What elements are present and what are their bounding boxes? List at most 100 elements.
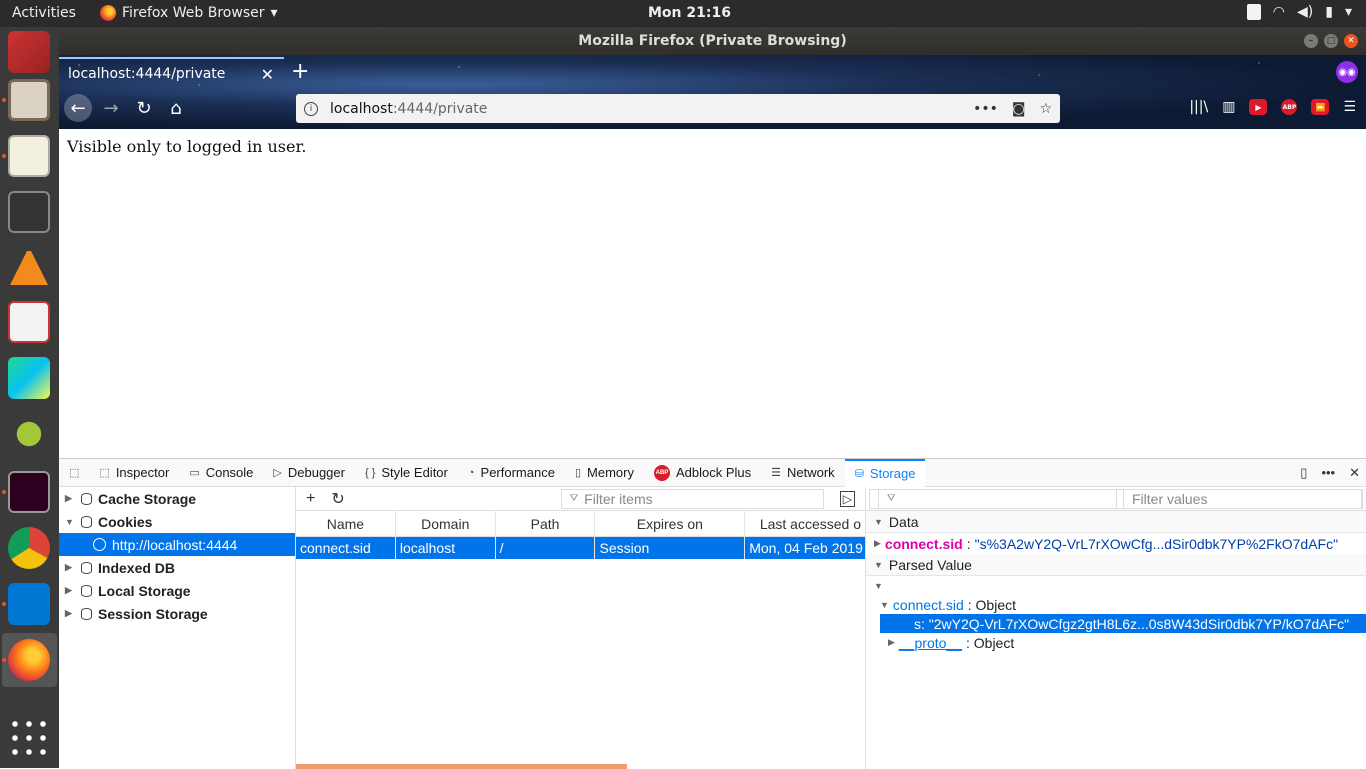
show-applications-icon[interactable]	[8, 717, 50, 759]
url-bar[interactable]: i localhost :4444/private ••• ◙ ☆	[296, 94, 1060, 123]
tools-icon[interactable]	[8, 31, 50, 73]
site-info-icon[interactable]: i	[304, 101, 318, 116]
browser-tab[interactable]: localhost:4444/private ✕	[59, 57, 284, 91]
database-icon	[81, 515, 92, 528]
tab-debugger[interactable]: ▷ Debugger	[263, 459, 355, 487]
hamburger-menu-icon[interactable]: ☰	[1343, 99, 1356, 115]
filter-placeholder: Filter items	[584, 490, 653, 507]
element-picker-icon[interactable]: ⬚	[59, 459, 89, 487]
system-tray[interactable]: ◠ ◀) ▮ ▾	[1246, 4, 1352, 20]
collapse-arrow-icon[interactable]: ▼	[880, 600, 889, 610]
more-options-icon[interactable]: •••	[1321, 465, 1335, 481]
parsed-section-header[interactable]: ▼ Parsed Value	[866, 554, 1366, 576]
app-menu[interactable]: Firefox Web Browser ▾	[100, 5, 278, 21]
expand-arrow-icon[interactable]: ▶	[888, 637, 895, 648]
column-header-name[interactable]: Name	[296, 511, 396, 536]
refresh-icon[interactable]: ↻	[331, 489, 344, 509]
collapse-arrow-icon[interactable]: ▼	[65, 517, 75, 527]
tab-storage[interactable]: ⛁ Storage	[844, 458, 926, 487]
close-tab-icon[interactable]: ✕	[261, 65, 274, 84]
running-indicator	[2, 602, 6, 606]
tree-item-cache-storage[interactable]: ▶ Cache Storage	[59, 487, 295, 510]
vlc-icon[interactable]	[8, 247, 50, 289]
reload-icon[interactable]: ↻	[130, 94, 158, 122]
filter-values-input[interactable]: ⛛ Filter values	[869, 488, 1363, 509]
parsed-root-row[interactable]: ▼	[866, 576, 1366, 595]
tab-memory[interactable]: ▯ Memory	[565, 459, 644, 487]
android-studio-icon[interactable]	[8, 413, 50, 455]
tree-item-indexed-db[interactable]: ▶ Indexed DB	[59, 556, 295, 579]
tab-adblock-plus[interactable]: ABP Adblock Plus	[644, 459, 761, 487]
text-editor-icon[interactable]	[8, 135, 50, 177]
tree-item-cookies-host[interactable]: http://localhost:4444	[59, 533, 295, 556]
expand-arrow-icon[interactable]: ▶	[65, 493, 75, 504]
indicator-icon[interactable]	[1246, 4, 1261, 20]
expand-arrow-icon[interactable]: ▶	[65, 562, 75, 573]
minimize-icon[interactable]: –	[1304, 34, 1318, 48]
tree-item-local-storage[interactable]: ▶ Local Storage	[59, 579, 295, 602]
document-viewer-icon[interactable]	[8, 301, 50, 343]
firefox-icon[interactable]	[8, 639, 50, 681]
sidebar-icon[interactable]: ▥	[1222, 99, 1235, 115]
tab-style-editor[interactable]: { } Style Editor	[355, 459, 458, 487]
responsive-mode-icon[interactable]: ▯	[1300, 465, 1307, 481]
proto-row[interactable]: ▶ __proto__ : Object	[866, 633, 1366, 652]
battery-icon[interactable]: ▮	[1325, 4, 1333, 20]
cell-expires: Session	[595, 537, 746, 559]
pocket-icon[interactable]: ◙	[1012, 101, 1026, 117]
maximize-icon[interactable]: □	[1324, 34, 1338, 48]
expand-arrow-icon[interactable]: ▶	[65, 585, 75, 596]
activities-button[interactable]: Activities	[12, 5, 76, 21]
column-header-last-accessed[interactable]: Last accessed o	[745, 511, 865, 536]
new-tab-icon[interactable]: +	[291, 59, 309, 84]
back-icon[interactable]: ←	[64, 94, 92, 122]
tab-network[interactable]: ☰ Network	[761, 459, 845, 487]
collapse-arrow-icon[interactable]: ▼	[874, 560, 883, 570]
tab-console[interactable]: ▭ Console	[179, 459, 263, 487]
adblock-plus-icon[interactable]: ABP	[1281, 99, 1298, 115]
pycharm-icon[interactable]	[8, 357, 50, 399]
parsed-object-row[interactable]: ▼ connect.sid : Object	[866, 595, 1366, 614]
data-value: "s%3A2wY2Q-VrL7rXOwCfg...dSir0dbk7YP%2Fk…	[974, 535, 1339, 552]
collapse-arrow-icon[interactable]: ▼	[874, 581, 883, 591]
terminal-icon[interactable]	[8, 471, 50, 513]
close-icon[interactable]: ✕	[1344, 34, 1358, 48]
expand-arrow-icon[interactable]: ▶	[65, 608, 75, 619]
running-indicator	[2, 154, 6, 158]
data-entry[interactable]: ▶ connect.sid: "s%3A2wY2Q-VrL7rXOwCfg...…	[866, 533, 1366, 554]
clock[interactable]: Mon 21:16	[648, 5, 731, 21]
toggle-sidebar-icon[interactable]: ▷	[839, 490, 855, 507]
forward-icon[interactable]: →	[97, 94, 125, 122]
video-editor-icon[interactable]	[8, 191, 50, 233]
tab-inspector[interactable]: ⬚ Inspector	[89, 459, 179, 487]
database-icon	[81, 561, 92, 574]
column-header-domain[interactable]: Domain	[396, 511, 496, 536]
expand-arrow-icon[interactable]: ▶	[874, 538, 881, 549]
add-item-icon[interactable]: +	[306, 490, 315, 508]
wifi-icon[interactable]: ◠	[1273, 4, 1285, 20]
filter-items-input[interactable]: ⛛ Filter items	[560, 488, 824, 509]
filter-values-row: ⛛ Filter values	[866, 487, 1366, 511]
vscode-icon[interactable]	[8, 583, 50, 625]
parsed-s-value[interactable]: s: "2wY2Q-VrL7rXOwCfgz2gtH8L6z...0s8W43d…	[879, 613, 1366, 634]
chevron-down-icon[interactable]: ▾	[1345, 4, 1352, 20]
home-icon[interactable]: ⌂	[162, 94, 190, 122]
chrome-icon[interactable]	[8, 527, 50, 569]
column-header-path[interactable]: Path	[496, 511, 596, 536]
close-devtools-icon[interactable]: ✕	[1349, 465, 1360, 481]
volume-icon[interactable]: ◀)	[1297, 4, 1313, 20]
tab-performance[interactable]: ◔ Performance	[458, 459, 565, 487]
horizontal-scrollbar[interactable]	[296, 764, 627, 769]
tree-item-cookies[interactable]: ▼ Cookies	[59, 510, 295, 533]
column-header-expires[interactable]: Expires on	[595, 511, 746, 536]
page-actions-icon[interactable]: •••	[973, 101, 998, 117]
bookmark-star-icon[interactable]: ☆	[1039, 101, 1052, 117]
data-section-header[interactable]: ▼ Data	[866, 511, 1366, 533]
youtube-extension-icon[interactable]: ▶	[1249, 99, 1268, 115]
extension-icon[interactable]: ⏩	[1311, 99, 1330, 115]
collapse-arrow-icon[interactable]: ▼	[874, 517, 883, 527]
library-icon[interactable]: |||\	[1189, 99, 1208, 115]
tree-item-session-storage[interactable]: ▶ Session Storage	[59, 602, 295, 625]
table-row[interactable]: connect.sid localhost / Session Mon, 04 …	[296, 537, 865, 559]
files-icon[interactable]	[8, 79, 50, 121]
